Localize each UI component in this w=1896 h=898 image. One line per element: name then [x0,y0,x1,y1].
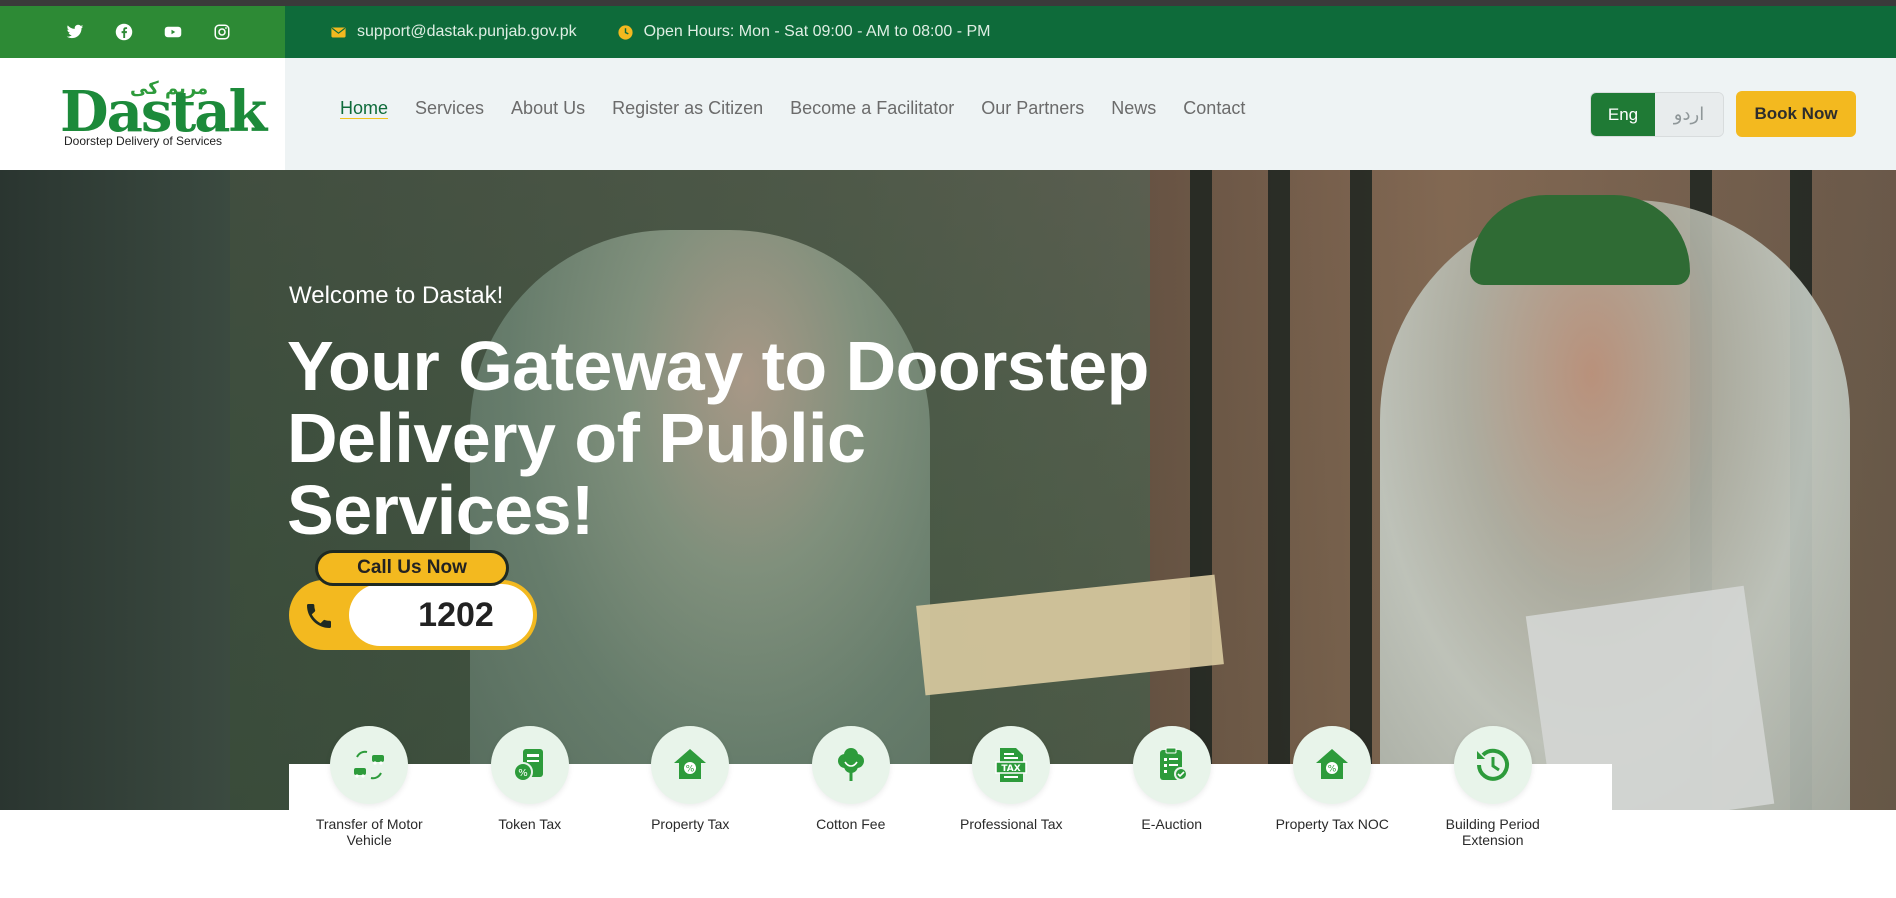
youtube-icon[interactable] [160,19,186,45]
facebook-icon[interactable] [111,19,137,45]
svg-text:TAX: TAX [1002,764,1021,774]
call-us-widget[interactable]: 1202 Call Us Now [289,550,537,662]
hero-welcome-text: Welcome to Dastak! [289,282,504,309]
hero-photo-pole [1268,170,1290,810]
nav-services[interactable]: Services [415,98,484,119]
history-icon [1453,726,1532,804]
hero-photo-door [0,170,230,810]
book-now-button[interactable]: Book Now [1736,91,1856,137]
service-label: E-Auction [1141,816,1203,832]
email-item[interactable]: support@dastak.punjab.gov.pk [330,23,577,41]
open-hours: Open Hours: Mon - Sat 09:00 - AM to 08:0… [643,23,991,40]
property-noc-icon: % [1293,726,1372,804]
service-label: Professional Tax [960,816,1063,832]
hero-headline: Your Gateway to Doorstep Delivery of Pub… [287,327,1149,549]
hero-photo-courier-cap [1470,195,1690,285]
nav-become-facilitator[interactable]: Become a Facilitator [790,98,954,119]
services-strip: Transfer of Motor Vehicle % Token Tax % … [289,726,1612,866]
lang-english-button[interactable]: Eng [1591,93,1655,136]
svg-text:%: % [1328,765,1337,775]
tax-document-icon: TAX [972,726,1051,804]
nav-news[interactable]: News [1111,98,1156,119]
hours-item: Open Hours: Mon - Sat 09:00 - AM to 08:0… [617,23,991,41]
hero-banner: Welcome to Dastak! Your Gateway to Doors… [0,170,1896,810]
call-us-label: Call Us Now [315,550,509,586]
svg-text:%: % [518,768,528,779]
service-label: Token Tax [498,816,562,832]
instagram-icon[interactable] [209,19,235,45]
main-nav: Home Services About Us Register as Citiz… [340,58,1245,158]
support-email: support@dastak.punjab.gov.pk [357,23,577,40]
service-transfer-motor-vehicle[interactable]: Transfer of Motor Vehicle [289,726,450,866]
nav-our-partners[interactable]: Our Partners [981,98,1084,119]
service-building-period-extension[interactable]: Building Period Extension [1413,726,1574,866]
lang-urdu-button[interactable]: اردو [1655,93,1723,136]
logo[interactable]: مریم کی Dastak Doorstep Delivery of Serv… [0,58,285,170]
site-header: مریم کی Dastak Doorstep Delivery of Serv… [0,58,1896,170]
hero-photo-pole [1190,170,1212,810]
service-property-tax-noc[interactable]: % Property Tax NOC [1252,726,1413,866]
twitter-icon[interactable] [62,19,88,45]
phone-icon [307,604,331,628]
service-token-tax[interactable]: % Token Tax [450,726,611,866]
nav-home[interactable]: Home [340,98,388,119]
service-professional-tax[interactable]: TAX Professional Tax [931,726,1092,866]
token-tax-icon: % [490,726,569,804]
nav-contact[interactable]: Contact [1183,98,1245,119]
logo-tagline: Doorstep Delivery of Services [64,134,223,148]
logo-wordmark: Dastak [60,79,267,145]
vehicle-transfer-icon [330,726,409,804]
service-label: Property Tax NOC [1275,816,1389,832]
auction-checklist-icon [1132,726,1211,804]
envelope-icon [331,27,346,37]
call-number[interactable]: 1202 [349,584,533,646]
nav-register-citizen[interactable]: Register as Citizen [612,98,763,119]
social-links [0,6,285,58]
hero-photo-pole [1350,170,1372,810]
top-bar: support@dastak.punjab.gov.pk Open Hours:… [0,6,1896,58]
service-label: Property Tax [651,816,730,832]
service-label: Transfer of Motor Vehicle [315,816,423,848]
nav-about-us[interactable]: About Us [511,98,585,119]
service-label: Cotton Fee [816,816,886,832]
language-toggle: Eng اردو [1590,92,1724,137]
clock-icon [618,24,633,40]
property-tax-icon: % [651,726,730,804]
svg-text:%: % [686,765,695,775]
cotton-icon [811,726,890,804]
service-e-auction[interactable]: E-Auction [1092,726,1253,866]
service-property-tax[interactable]: % Property Tax [610,726,771,866]
service-cotton-fee[interactable]: Cotton Fee [771,726,932,866]
service-label: Building Period Extension [1445,816,1540,848]
contact-info: support@dastak.punjab.gov.pk Open Hours:… [330,6,1030,58]
